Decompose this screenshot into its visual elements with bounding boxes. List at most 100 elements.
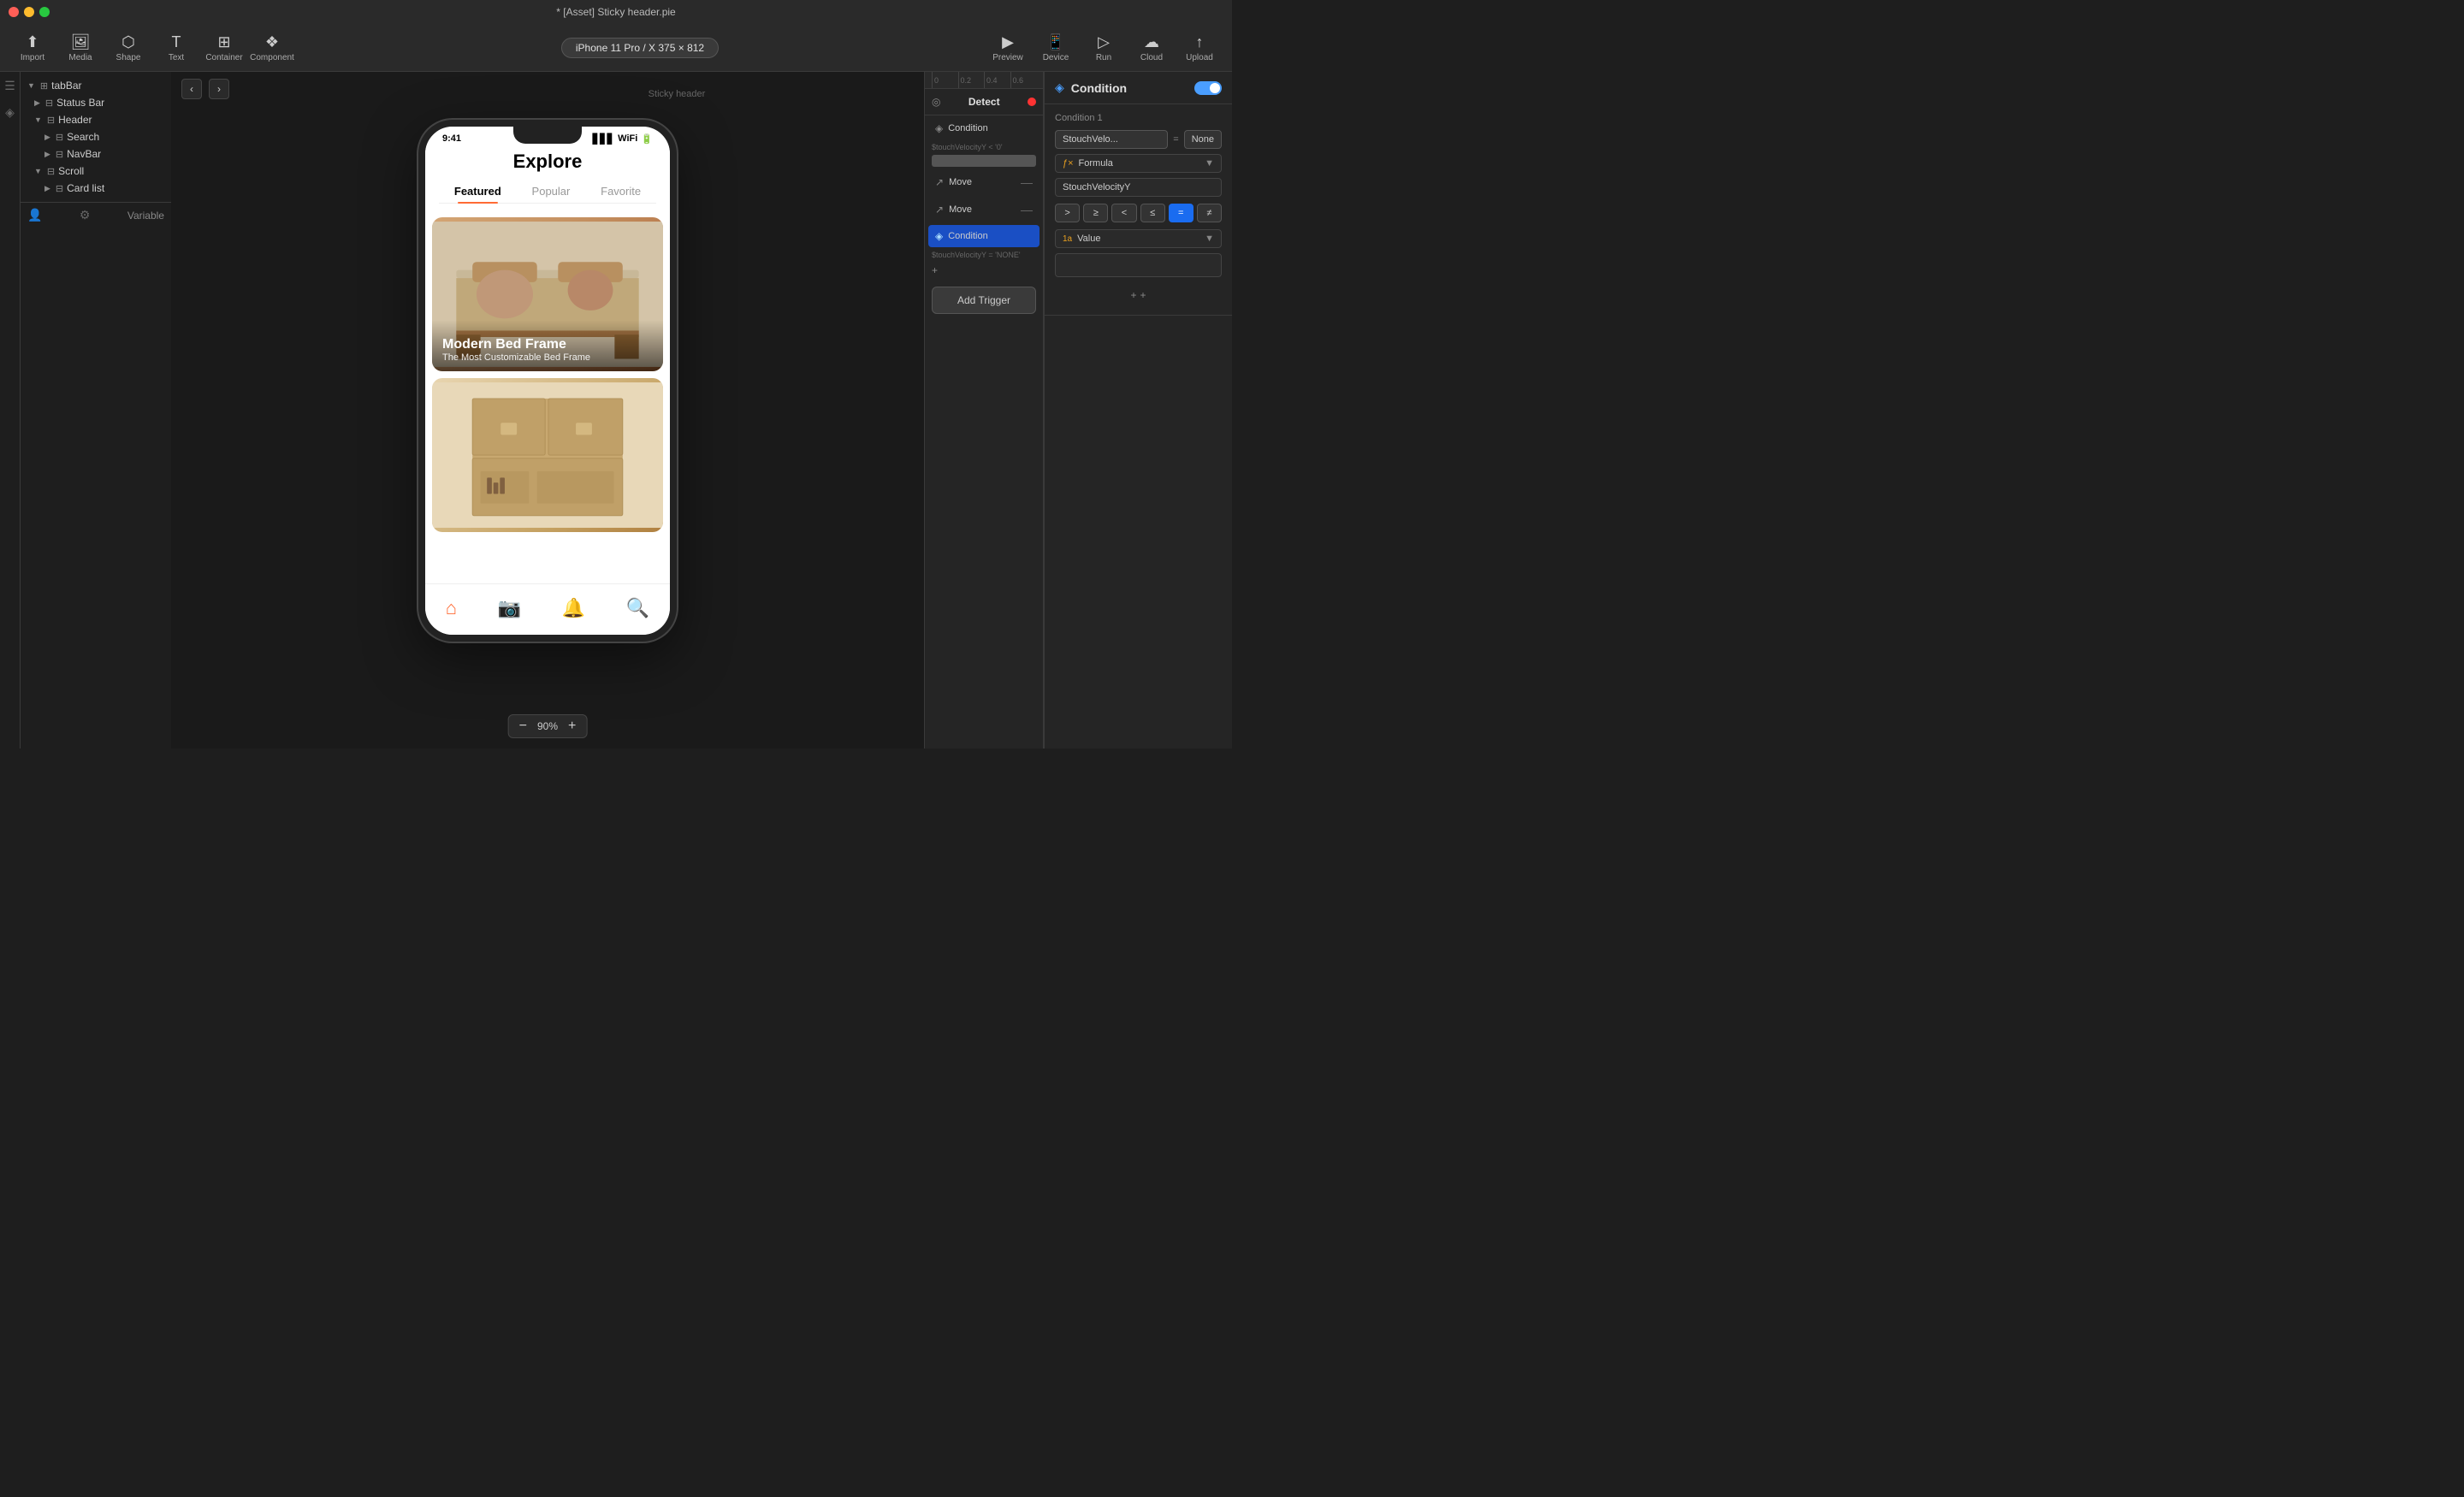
op-gte-button[interactable]: ≥	[1083, 204, 1108, 222]
op-gt-button[interactable]: >	[1055, 204, 1080, 222]
header-icon: ⊟	[47, 115, 55, 126]
cloud-button[interactable]: ☁ Cloud	[1129, 27, 1174, 68]
container-button[interactable]: ⊞ Container	[202, 27, 246, 68]
preview-button[interactable]: ▶ Preview	[986, 27, 1030, 68]
tree-item-statusbar[interactable]: ▶ ⊟ Status Bar	[21, 94, 171, 111]
run-button[interactable]: ▷ Run	[1081, 27, 1126, 68]
media-button[interactable]: 🖼 Media	[58, 27, 103, 68]
main-area: ☰ ◈ ▼ ⊞ tabBar ▶ ⊟ Status Bar ▼ ⊟ Heade	[0, 72, 1232, 748]
component-button[interactable]: ❖ Component	[250, 27, 294, 68]
phone-header: Explore Featured Popular Favorite	[425, 151, 670, 210]
plus-icon: +	[932, 264, 938, 276]
upload-button[interactable]: ↑ Upload	[1177, 27, 1222, 68]
nav-search-icon[interactable]: 🔍	[626, 597, 649, 619]
tree-item-tabbar[interactable]: ▼ ⊞ tabBar	[21, 77, 171, 94]
condition-2-icon: ◈	[935, 230, 943, 242]
condition-2-sub: $touchVelocityY = 'NONE'	[925, 249, 1043, 261]
value-type-dropdown[interactable]: 1a Value ▼	[1055, 229, 1222, 248]
expand-arrow-tabbar: ▼	[27, 81, 35, 90]
search-label: Search	[67, 131, 99, 143]
expand-arrow-navbar: ▶	[44, 150, 50, 159]
nav-camera-icon[interactable]: 📷	[498, 597, 521, 619]
assets-icon[interactable]: ◈	[5, 105, 15, 120]
condition-panel: ◈ Condition Condition 1 StouchVelo... = …	[1044, 72, 1232, 748]
zoom-out-button[interactable]: −	[516, 719, 530, 734]
phone-scroll-area[interactable]: Modern Bed Frame The Most Customizable B…	[425, 210, 670, 607]
op-lte-button[interactable]: ≤	[1140, 204, 1165, 222]
scroll-label: Scroll	[58, 165, 84, 177]
cardlist-label: Card list	[67, 182, 104, 194]
condition-value-display[interactable]: None	[1184, 130, 1222, 149]
trigger-header: ◎ Detect	[925, 89, 1043, 115]
condition-panel-header: ◈ Condition	[1045, 72, 1232, 104]
zoom-in-button[interactable]: +	[565, 719, 579, 734]
add-condition-button[interactable]: + +	[1055, 284, 1222, 306]
tree-item-cardlist[interactable]: ▶ ⊟ Card list	[21, 180, 171, 197]
condition-variable[interactable]: StouchVelo...	[1055, 130, 1168, 149]
condition-row-1: StouchVelo... = None	[1055, 130, 1222, 149]
condition-2-name: Condition	[948, 231, 987, 241]
toolbar: ⬆ Import 🖼 Media ⬡ Shape T Text ⊞ Contai…	[0, 24, 1232, 72]
trigger-move-2[interactable]: ↗ Move —	[928, 198, 1040, 222]
card-1[interactable]: Modern Bed Frame The Most Customizable B…	[432, 217, 663, 371]
tree-item-scroll[interactable]: ▼ ⊟ Scroll	[21, 163, 171, 180]
tree-item-search[interactable]: ▶ ⊟ Search	[21, 128, 171, 145]
maximize-button[interactable]	[39, 7, 50, 17]
device-nav-button[interactable]: 📱 Device	[1034, 27, 1078, 68]
tree-item-header[interactable]: ▼ ⊟ Header	[21, 111, 171, 128]
timeline-bar-1	[932, 155, 1036, 167]
tree-item-navbar[interactable]: ▶ ⊟ NavBar	[21, 145, 171, 163]
formula-chevron-icon: ▼	[1205, 158, 1214, 169]
run-icon: ▷	[1098, 33, 1110, 51]
device-selector[interactable]: iPhone 11 Pro / X 375 × 812	[561, 38, 719, 58]
nav-forward-button[interactable]: ›	[209, 79, 229, 99]
tabbar-icon: ⊞	[40, 80, 48, 92]
formula-input[interactable]	[1055, 178, 1222, 197]
text-button[interactable]: T Text	[154, 27, 198, 68]
trigger-condition-2[interactable]: ◈ Condition	[928, 225, 1040, 247]
canvas-frame-label: Sticky header	[649, 89, 706, 99]
card-2[interactable]	[432, 378, 663, 532]
add-trigger-button[interactable]: Add Trigger	[932, 287, 1036, 314]
zoom-level: 90%	[537, 720, 558, 732]
upload-icon: ↑	[1196, 33, 1204, 51]
expand-arrow-header: ▼	[34, 115, 42, 124]
value-input[interactable]	[1055, 253, 1222, 277]
import-button[interactable]: ⬆ Import	[10, 27, 55, 68]
op-neq-button[interactable]: ≠	[1197, 204, 1222, 222]
condition-operator-display: =	[1173, 134, 1178, 145]
trigger-move-1[interactable]: ↗ Move —	[928, 170, 1040, 194]
formula-dropdown[interactable]: ƒ× Formula ▼	[1055, 154, 1222, 173]
op-eq-button[interactable]: =	[1169, 204, 1194, 222]
layers-icon[interactable]: ☰	[4, 79, 15, 93]
canvas[interactable]: ‹ › Sticky header 9:41 ▋▋▋ WiFi 🔋 Explor…	[171, 72, 924, 748]
import-icon: ⬆	[26, 33, 38, 51]
add-condition-icon: +	[1130, 289, 1136, 301]
operator-row: > ≥ < ≤ = ≠	[1055, 204, 1222, 222]
nav-home-icon[interactable]: ⌂	[446, 597, 457, 619]
condition-block-1: Condition 1 StouchVelo... = None ƒ× Form…	[1045, 104, 1232, 316]
cardlist-icon: ⊟	[56, 183, 63, 194]
minimize-button[interactable]	[24, 7, 34, 17]
tab-popular[interactable]: Popular	[522, 180, 581, 203]
move-1-name: Move	[949, 177, 972, 187]
nav-back-button[interactable]: ‹	[181, 79, 202, 99]
ruler-mark-06: 0.6	[1010, 72, 1037, 88]
user-icon[interactable]: 👤	[27, 208, 42, 222]
container-label: Container	[205, 53, 242, 62]
settings-icon[interactable]: ⚙	[80, 208, 91, 222]
trigger-plus[interactable]: +	[925, 261, 1043, 280]
close-button[interactable]	[9, 7, 19, 17]
nav-bell-icon[interactable]: 🔔	[562, 597, 585, 619]
condition-toggle[interactable]	[1194, 81, 1222, 95]
condition-1-sub: $touchVelocityY < '0'	[925, 141, 1043, 153]
phone-mockup: 9:41 ▋▋▋ WiFi 🔋 Explore Featured Popular…	[418, 120, 677, 642]
condition-block-label: Condition 1	[1055, 113, 1222, 123]
shape-button[interactable]: ⬡ Shape	[106, 27, 151, 68]
tab-featured[interactable]: Featured	[444, 180, 512, 203]
ruler-mark-02: 0.2	[958, 72, 985, 88]
trigger-condition-1[interactable]: ◈ Condition	[928, 117, 1040, 139]
cloud-icon: ☁	[1144, 33, 1159, 51]
tab-favorite[interactable]: Favorite	[590, 180, 651, 203]
op-lt-button[interactable]: <	[1111, 204, 1136, 222]
